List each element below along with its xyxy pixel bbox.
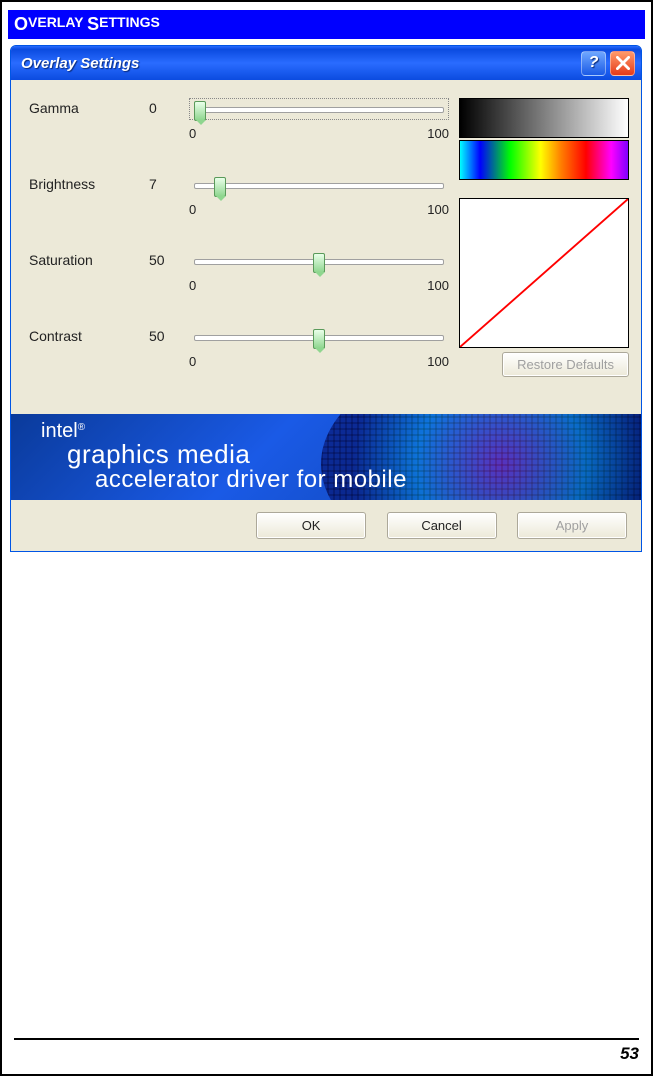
- gamma-thumb[interactable]: [194, 101, 206, 121]
- cancel-button[interactable]: Cancel: [387, 512, 497, 539]
- color-gradient-preview: [459, 140, 629, 180]
- brightness-slider[interactable]: [189, 174, 449, 196]
- saturation-value: 50: [149, 250, 189, 268]
- saturation-row: Saturation 50 0 100: [29, 250, 449, 302]
- client-area: Gamma 0 0 100 Brightness 7: [11, 80, 641, 414]
- saturation-slider[interactable]: [189, 250, 449, 272]
- gamma-slider[interactable]: [189, 98, 449, 120]
- help-button[interactable]: ?: [581, 51, 606, 76]
- page-footer: 53: [14, 1038, 639, 1064]
- gamma-curve-preview: [459, 198, 629, 348]
- intel-banner: intel® graphics media accelerator driver…: [11, 414, 641, 500]
- close-icon: [616, 56, 630, 70]
- gamma-label: Gamma: [29, 98, 149, 116]
- saturation-min: 0: [189, 278, 196, 293]
- contrast-label: Contrast: [29, 326, 149, 344]
- ok-button[interactable]: OK: [256, 512, 366, 539]
- contrast-max: 100: [427, 354, 449, 369]
- contrast-thumb[interactable]: [313, 329, 325, 349]
- brightness-min: 0: [189, 202, 196, 217]
- contrast-row: Contrast 50 0 100: [29, 326, 449, 378]
- saturation-label: Saturation: [29, 250, 149, 268]
- page-number: 53: [620, 1044, 639, 1063]
- sliders-panel: Gamma 0 0 100 Brightness 7: [29, 98, 449, 402]
- saturation-thumb[interactable]: [313, 253, 325, 273]
- close-button[interactable]: [610, 51, 635, 76]
- gamma-value: 0: [149, 98, 189, 116]
- contrast-min: 0: [189, 354, 196, 369]
- apply-button[interactable]: Apply: [517, 512, 627, 539]
- overlay-settings-window: Overlay Settings ? Gamma 0 0: [10, 45, 642, 552]
- contrast-value: 50: [149, 326, 189, 344]
- brightness-label: Brightness: [29, 174, 149, 192]
- contrast-slider[interactable]: [189, 326, 449, 348]
- brightness-thumb[interactable]: [214, 177, 226, 197]
- gamma-max: 100: [427, 126, 449, 141]
- gamma-row: Gamma 0 0 100: [29, 98, 449, 150]
- titlebar[interactable]: Overlay Settings ?: [11, 46, 641, 80]
- window-title: Overlay Settings: [21, 55, 577, 72]
- saturation-max: 100: [427, 278, 449, 293]
- brightness-value: 7: [149, 174, 189, 192]
- preview-panel: Restore Defaults: [449, 98, 629, 402]
- restore-defaults-button[interactable]: Restore Defaults: [502, 352, 629, 377]
- grayscale-gradient-preview: [459, 98, 629, 138]
- gamma-min: 0: [189, 126, 196, 141]
- help-icon: ?: [589, 54, 599, 72]
- brightness-row: Brightness 7 0 100: [29, 174, 449, 226]
- banner-line3: accelerator driver for mobile: [95, 466, 407, 494]
- brightness-max: 100: [427, 202, 449, 217]
- button-bar: OK Cancel Apply: [11, 500, 641, 551]
- section-heading: OVERLAY SETTINGS: [8, 10, 645, 39]
